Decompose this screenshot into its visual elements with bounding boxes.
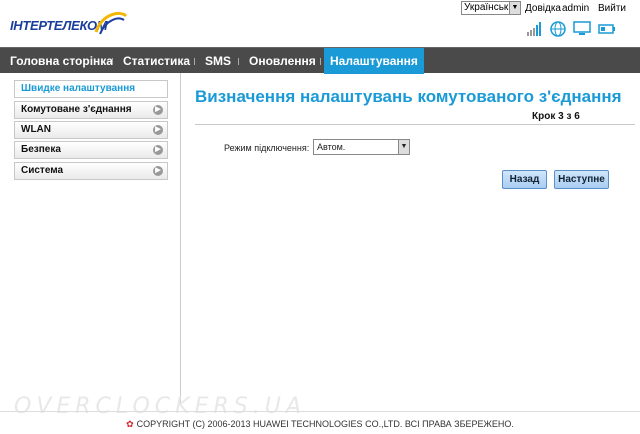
connection-mode-label: Режим підключення:: [224, 143, 310, 153]
signal-icon: [526, 21, 542, 40]
page-title: Визначення налаштувань комутованого з'єд…: [195, 87, 622, 106]
sidebar-item-quick-setup[interactable]: Швидке налаштування: [14, 80, 168, 98]
sidebar-item-label: WLAN: [21, 124, 51, 135]
copyright-text: COPYRIGHT (C) 2006-2013 HUAWEI TECHNOLOG…: [136, 419, 514, 429]
language-value: Українська: [464, 2, 515, 13]
sidebar-item-label: Комутоване з'єднання: [21, 104, 132, 115]
connection-mode-value: Автом.: [317, 142, 346, 152]
nav-separator: [194, 58, 195, 65]
next-button[interactable]: Наступне: [554, 170, 609, 189]
chevron-right-icon: ▶: [153, 105, 163, 115]
back-button[interactable]: Назад: [502, 170, 547, 189]
monitor-icon: [573, 21, 591, 40]
nav-settings[interactable]: Налаштування: [324, 48, 424, 74]
chevron-right-icon: ▶: [153, 166, 163, 176]
sidebar-item-security[interactable]: Безпека ▶: [14, 141, 168, 159]
chevron-right-icon: ▶: [153, 145, 163, 155]
sidebar-item-label: Система: [21, 165, 64, 176]
chevron-right-icon: ▶: [153, 125, 163, 135]
sidebar-item-wlan[interactable]: WLAN ▶: [14, 121, 168, 139]
logout-link[interactable]: Вийти: [598, 3, 626, 14]
chevron-down-icon: ▼: [398, 140, 409, 154]
footer: ✿ COPYRIGHT (C) 2006-2013 HUAWEI TECHNOLO…: [0, 419, 640, 430]
nav-separator: [320, 58, 321, 65]
sidebar-item-system[interactable]: Система ▶: [14, 162, 168, 180]
globe-icon: [550, 21, 566, 40]
header: ІНТЕРТЕЛЕКОМ Українська ▼ Довідка admin …: [0, 0, 640, 46]
sidebar-item-label: Безпека: [21, 144, 61, 155]
user-link[interactable]: admin: [562, 3, 589, 14]
footer-divider: [0, 411, 640, 412]
sidebar: Швидке налаштування Комутоване з'єднання…: [0, 73, 181, 404]
main-nav: Головна сторінка Статистика SMS Оновленн…: [0, 47, 640, 74]
nav-sms[interactable]: SMS: [205, 48, 231, 74]
watermark: OVERCLOCKERS.UA: [14, 394, 306, 419]
language-select[interactable]: Українська ▼: [461, 1, 521, 15]
logo: ІНТЕРТЕЛЕКОМ: [4, 6, 128, 40]
nav-home[interactable]: Головна сторінка: [10, 48, 113, 74]
logo-swoosh-icon: [94, 11, 128, 35]
nav-separator: [238, 58, 239, 65]
help-link[interactable]: Довідка: [525, 3, 561, 14]
huawei-logo-icon: ✿: [126, 419, 134, 429]
sidebar-item-dialup[interactable]: Комутоване з'єднання ▶: [14, 101, 168, 119]
divider: [195, 124, 635, 125]
chevron-down-icon: ▼: [509, 2, 520, 14]
nav-statistics[interactable]: Статистика: [123, 48, 190, 74]
sidebar-item-label: Швидке налаштування: [21, 83, 136, 94]
connection-mode-select[interactable]: Автом. ▼: [313, 139, 410, 155]
battery-icon: [598, 21, 616, 40]
nav-separator: [112, 58, 113, 65]
step-indicator: Крок 3 з 6: [532, 111, 580, 122]
nav-update[interactable]: Оновлення: [249, 48, 316, 74]
